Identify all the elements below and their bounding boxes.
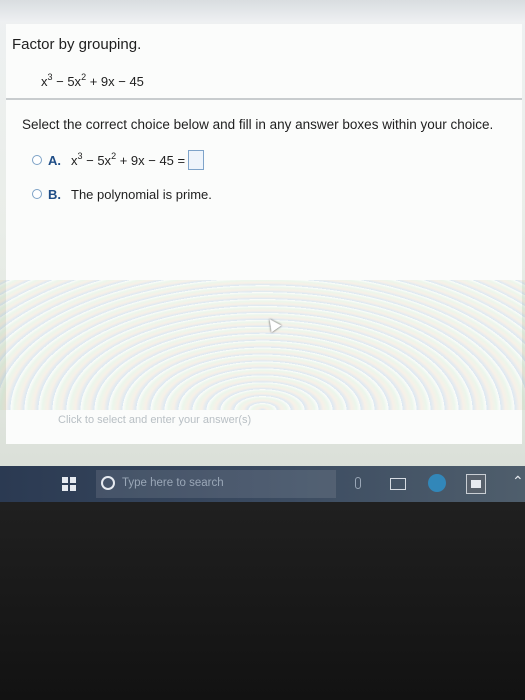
choice-a-term-2: − 5x bbox=[82, 152, 112, 168]
monitor-bezel bbox=[0, 502, 525, 700]
choice-b-letter: B. bbox=[48, 186, 61, 202]
radio-choice-a[interactable] bbox=[32, 155, 42, 165]
radio-choice-b[interactable] bbox=[32, 189, 42, 199]
search-placeholder: Type here to search bbox=[122, 477, 224, 489]
choice-b[interactable]: B. The polynomial is prime. bbox=[32, 184, 212, 204]
task-view-icon[interactable] bbox=[390, 478, 406, 490]
choice-a[interactable]: A. x3 − 5x2 + 9x − 45 = bbox=[32, 150, 205, 170]
answer-box[interactable] bbox=[188, 150, 205, 170]
choice-a-letter: A. bbox=[48, 152, 61, 168]
question-title: Factor by grouping. bbox=[12, 36, 142, 53]
show-hidden-icons-chevron-icon[interactable]: ⌃ bbox=[512, 473, 524, 490]
choice-a-term-3: + 9x − 45 = bbox=[116, 152, 186, 168]
problem-area: Factor by grouping. x3 − 5x2 + 9x − 45 bbox=[6, 24, 522, 98]
instruction-text: Select the correct choice below and fill… bbox=[22, 117, 494, 132]
status-hint: Click to select and enter your answer(s) bbox=[58, 414, 252, 426]
problem-polynomial: x3 − 5x2 + 9x − 45 bbox=[41, 73, 144, 90]
poly-term-2: − 5x bbox=[52, 74, 82, 89]
poly-term-3: + 9x − 45 bbox=[86, 74, 144, 89]
choice-a-expression: x3 − 5x2 + 9x − 45 = bbox=[71, 151, 186, 168]
choice-b-text: The polynomial is prime. bbox=[71, 186, 212, 202]
taskbar: Type here to search ⌃ bbox=[0, 466, 525, 502]
edge-browser-icon[interactable] bbox=[428, 474, 446, 492]
microphone-icon[interactable] bbox=[355, 477, 361, 489]
section-divider bbox=[6, 98, 522, 100]
store-icon[interactable] bbox=[466, 474, 486, 494]
browser-top-strip bbox=[0, 0, 525, 22]
screen-moire-pattern bbox=[0, 280, 525, 410]
taskbar-search[interactable]: Type here to search bbox=[96, 470, 336, 498]
windows-start-icon[interactable] bbox=[62, 477, 76, 491]
cortana-circle-icon bbox=[101, 476, 115, 490]
screen: Factor by grouping. x3 − 5x2 + 9x − 45 S… bbox=[0, 0, 525, 505]
